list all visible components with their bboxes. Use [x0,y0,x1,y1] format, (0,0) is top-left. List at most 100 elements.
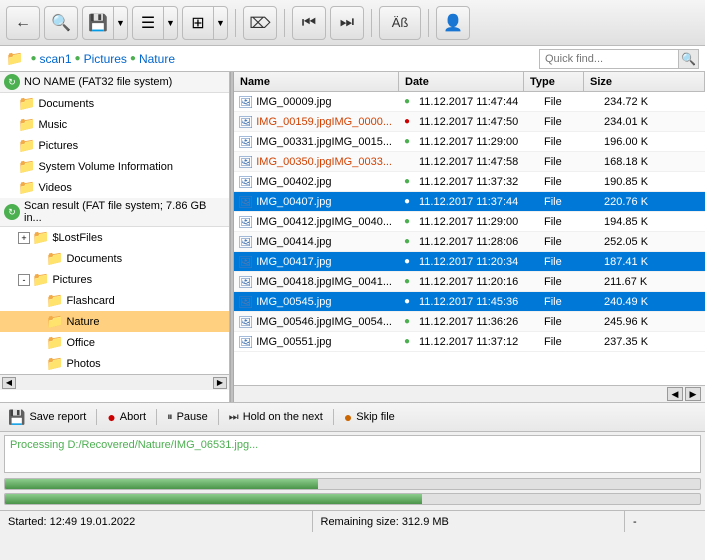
file-list-header: Name Date Type Size [234,72,705,92]
header-name[interactable]: Name [234,72,399,91]
tree-item-documents[interactable]: 📁 Documents [0,93,229,114]
binoculars-button[interactable]: ⌦ [243,6,277,40]
user-icon: 👤 [443,13,463,33]
file-row[interactable]: 🖼IMG_00412.jpgIMG_0040...●11.12.2017 11:… [234,212,705,232]
breadcrumb-scan1[interactable]: scan1 [39,52,71,66]
tree-item-documents2[interactable]: 📁 Documents [0,248,229,269]
pictures2-expand[interactable]: - [18,274,30,286]
tree-item-nature[interactable]: 📁 Nature [0,311,229,332]
file-scroll-left[interactable]: ◀ [667,387,683,401]
file-row[interactable]: 🖼IMG_00159.jpgIMG_0000...●11.12.2017 11:… [234,112,705,132]
hold-button[interactable]: ⏭ Hold on the next [229,411,323,424]
file-row[interactable]: 🖼IMG_00417.jpg●11.12.2017 11:20:34File18… [234,252,705,272]
file-cell-type: File [540,275,600,289]
view-arrow-button[interactable]: ▼ [213,7,227,39]
abort-label: Abort [120,411,146,423]
tree-label-photos: Photos [66,358,100,370]
header-size[interactable]: Size [584,72,705,91]
file-cell-size: 168.18 K [600,155,705,169]
file-row[interactable]: 🖼IMG_00418.jpgIMG_0041...●11.12.2017 11:… [234,272,705,292]
file-cell-type: File [540,175,600,189]
tree-item-system-volume[interactable]: 📁 System Volume Information [0,156,229,177]
skip-button[interactable]: ● Skip file [344,409,395,425]
file-cell-type: File [540,315,600,329]
quick-find-button[interactable]: 🔍 [679,49,699,69]
save-main-button[interactable]: 💾 [83,7,113,39]
log-processing-text: Processing D:/Recovered/Nature/IMG_06531… [10,439,695,451]
breadcrumb-sep2: ● [75,53,81,64]
prev-button[interactable]: ⏮ [292,6,326,40]
pause-label: Pause [177,411,208,423]
save-report-button[interactable]: 💾 Save report [8,409,86,426]
file-cell-size: 234.72 K [600,95,705,109]
search-button[interactable]: 🔍 [44,6,78,40]
folder-icon-system-volume: 📁 [18,158,35,175]
skip-icon: ● [344,409,352,425]
font-button[interactable]: Äß [379,6,421,40]
tree-scroll-right[interactable]: ▶ [213,377,227,389]
tree-scrollbar: ◀ ▶ [0,374,229,390]
tree-item-lostfiles[interactable]: + 📁 $LostFiles [0,227,229,248]
quick-find-input[interactable] [539,49,679,69]
back-button[interactable]: ← [6,6,40,40]
progress-bar-1-outer [4,478,701,490]
header-date[interactable]: Date [399,72,524,91]
next-button[interactable]: ⏭ [330,6,364,40]
list-arrow-button[interactable]: ▼ [163,7,177,39]
tree-item-pictures2[interactable]: - 📁 Pictures [0,269,229,290]
breadcrumb-pictures[interactable]: Pictures [84,52,127,66]
file-row[interactable]: 🖼IMG_00402.jpg●11.12.2017 11:37:32File19… [234,172,705,192]
tree-item-pictures[interactable]: 📁 Pictures [0,135,229,156]
file-cell-name: 🖼IMG_00407.jpg [234,194,399,210]
file-cell-name: 🖼IMG_00331.jpgIMG_0015... [234,134,399,150]
abort-button[interactable]: ● Abort [107,409,146,425]
breadcrumb-nature[interactable]: Nature [139,52,175,66]
file-row[interactable]: 🖼IMG_00546.jpgIMG_0054...●11.12.2017 11:… [234,312,705,332]
file-row[interactable]: 🖼IMG_00414.jpg●11.12.2017 11:28:06File25… [234,232,705,252]
tree-scroll-left[interactable]: ◀ [2,377,16,389]
progress-area [0,476,705,510]
tree-label-documents: Documents [38,98,94,110]
next-icon: ⏭ [340,14,354,32]
pause-button[interactable]: ⏸ Pause [167,411,208,424]
file-row[interactable]: 🖼IMG_00009.jpg●11.12.2017 11:47:44File23… [234,92,705,112]
list-main-button[interactable]: ☰ [133,7,163,39]
tree-label-videos: Videos [38,182,71,194]
file-cell-status-dot: ● [399,215,415,228]
tree-item-videos[interactable]: 📁 Videos [0,177,229,198]
file-scroll-right[interactable]: ▶ [685,387,701,401]
tree-label-office: Office [66,337,95,349]
tree-item-office[interactable]: 📁 Office [0,332,229,353]
tree-item-flashcard[interactable]: 📁 Flashcard [0,290,229,311]
file-row[interactable]: 🖼IMG_00551.jpg●11.12.2017 11:37:12File23… [234,332,705,352]
file-row[interactable]: 🖼IMG_00331.jpgIMG_0015...●11.12.2017 11:… [234,132,705,152]
file-icon: 🖼 [238,315,253,329]
toolbar-separator3 [371,9,372,37]
file-row[interactable]: 🖼IMG_00350.jpgIMG_0033...11.12.2017 11:4… [234,152,705,172]
header-type[interactable]: Type [524,72,584,91]
save-arrow-button[interactable]: ▼ [113,7,127,39]
file-row[interactable]: 🖼IMG_00407.jpg●11.12.2017 11:37:44File22… [234,192,705,212]
lostfiles-expand[interactable]: + [18,232,30,244]
file-cell-status-dot: ● [399,275,415,288]
file-icon: 🖼 [238,115,253,129]
drive-header[interactable]: ↻ NO NAME (FAT32 file system) [0,72,229,93]
view-main-button[interactable]: ⊞ [183,7,213,39]
file-cell-date: 11.12.2017 11:47:44 [415,95,540,109]
folder-icon-videos: 📁 [18,179,35,196]
tree-item-music[interactable]: 📁 Music [0,114,229,135]
scan-status-icon: ↻ [4,204,20,220]
folder-icon-lostfiles: 📁 [32,229,49,246]
folder-icon-flashcard: 📁 [46,292,63,309]
scan-result-header[interactable]: ↻ Scan result (FAT file system; 7.86 GB … [0,198,229,227]
file-cell-name: 🖼IMG_00412.jpgIMG_0040... [234,214,399,230]
breadcrumb-bar: 📁 ● scan1 ● Pictures ● Nature 🔍 [0,46,705,72]
file-icon: 🖼 [238,215,253,229]
tree-item-photos[interactable]: 📁 Photos [0,353,229,374]
view-button-group: ⊞ ▼ [182,6,228,40]
file-row[interactable]: 🖼IMG_00545.jpg●11.12.2017 11:45:36File24… [234,292,705,312]
file-cell-size: 190.85 K [600,175,705,189]
user-button[interactable]: 👤 [436,6,470,40]
font-icon: Äß [392,15,409,30]
file-cell-type: File [540,215,600,229]
